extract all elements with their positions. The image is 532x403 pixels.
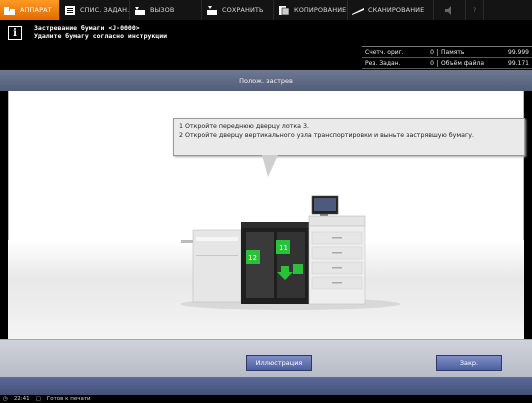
illustration-label-b: 12 [248,254,257,262]
output-tray [181,240,193,243]
footer-bar [0,377,532,395]
status-text: Готов к печати [46,396,91,402]
ready-icon: ▢ [35,396,41,402]
illustration-button[interactable]: Иллюстрация [246,355,312,371]
clock-icon: ◷ [3,396,8,402]
status-time: 22:41 [13,396,30,402]
close-button[interactable]: Закр. [436,355,502,371]
scanner-unit [308,215,366,227]
illustration-label-a: 11 [279,244,288,252]
status-bar: ◷ 22:41 ▢ Готов к печати [0,395,532,403]
